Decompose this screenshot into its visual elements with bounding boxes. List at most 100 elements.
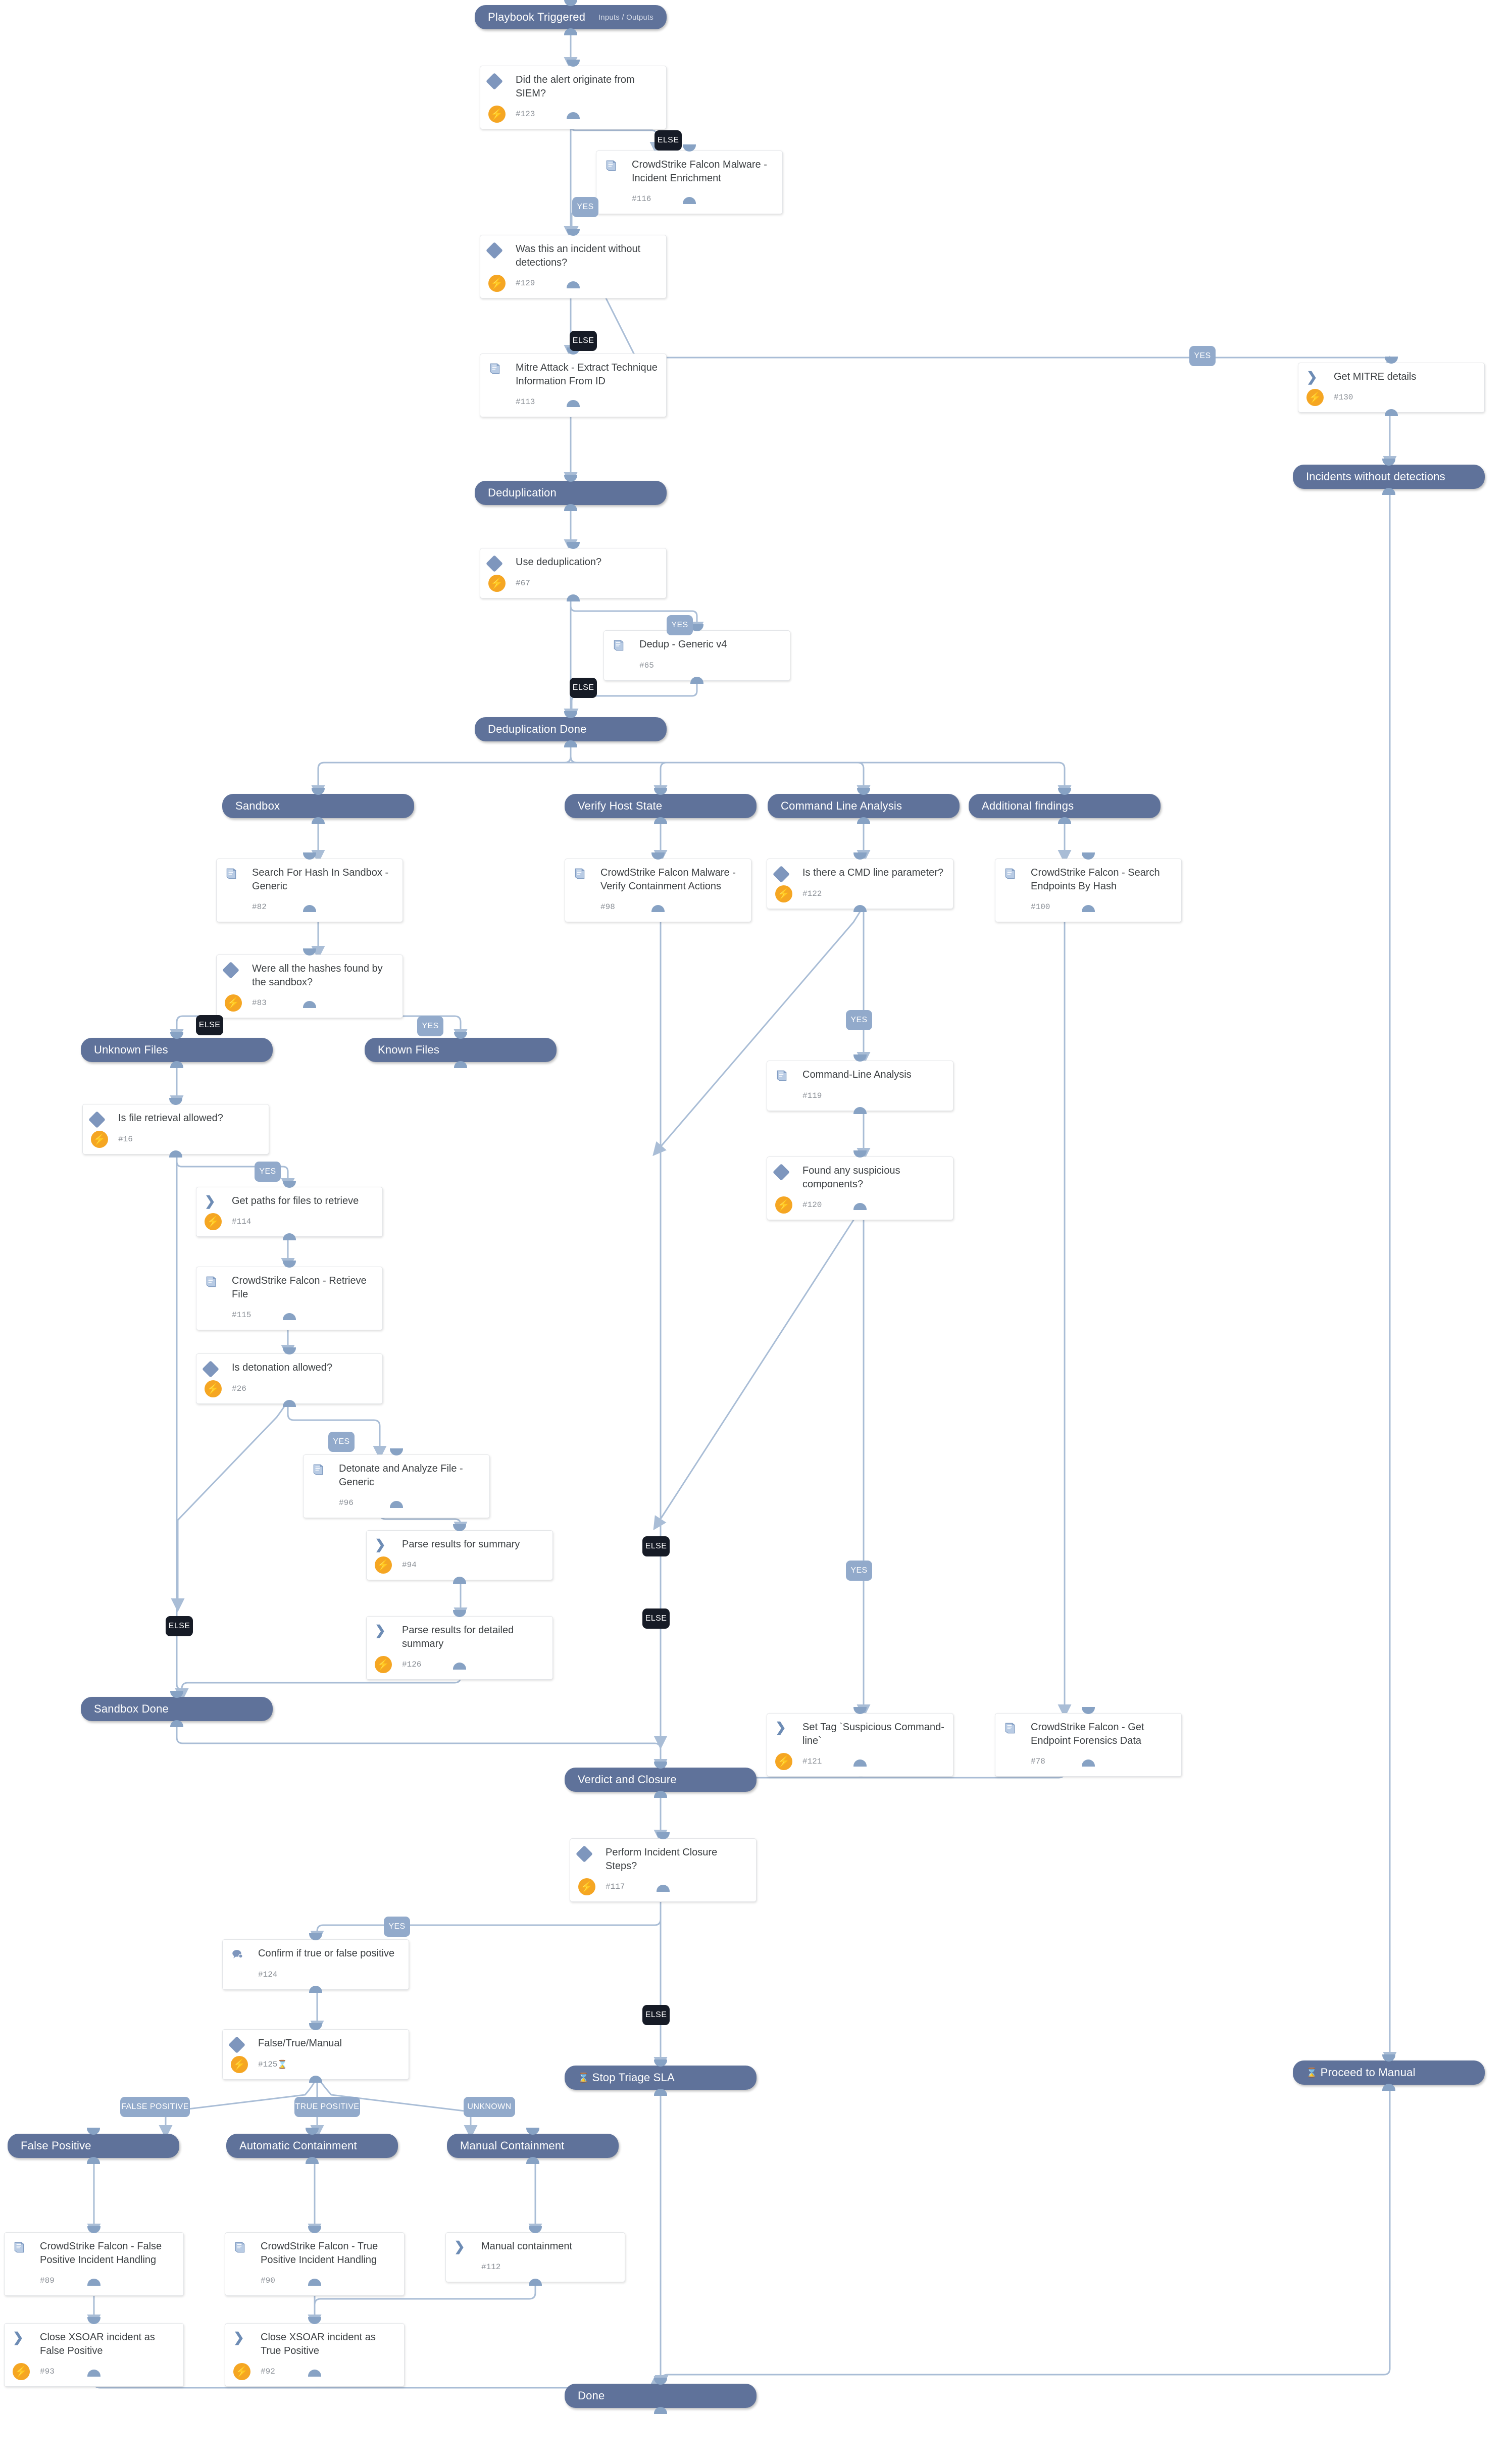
branch-label-else[interactable]: ELSE — [570, 331, 597, 351]
automation-bolt-icon: ⚡ — [225, 994, 242, 1012]
branch-label-yes[interactable]: YES — [1189, 346, 1216, 366]
task-label: Search For Hash In Sandbox - Generic — [252, 867, 389, 892]
section-pill-start[interactable]: Playbook Triggered Inputs / Outputs — [475, 5, 667, 29]
section-pill-sandbox_done[interactable]: Sandbox Done — [81, 1697, 273, 1721]
section-pill-proceed_manual[interactable]: ⌛ Proceed to Manual — [1293, 2060, 1485, 2085]
task-card-t130[interactable]: ❯ Get MITRE details ⚡ #130 — [1298, 363, 1485, 413]
task-card-t100[interactable]: CrowdStrike Falcon - Search Endpoints By… — [995, 859, 1182, 922]
task-card-t93[interactable]: ❯ Close XSOAR incident as False Positive ⚡… — [4, 2323, 184, 2387]
section-pill-dedup[interactable]: Deduplication — [475, 481, 667, 505]
branch-label-yes[interactable]: YES — [667, 615, 693, 635]
task-icon — [488, 361, 516, 375]
task-card-t113[interactable]: Mitre Attack - Extract Technique Informa… — [480, 354, 667, 417]
task-card-t126[interactable]: ❯ Parse results for detailed summary ⚡ #126 — [366, 1616, 553, 1680]
branch-label-text: ELSE — [657, 136, 679, 144]
automation-bolt-icon: ⚡ — [205, 1213, 222, 1230]
section-pill-sandbox[interactable]: Sandbox — [222, 794, 414, 818]
task-card-t119[interactable]: Command-Line Analysis⚡#119 — [767, 1061, 953, 1111]
branch-label-unknown[interactable]: UNKNOWN — [464, 2097, 515, 2117]
branch-label-else[interactable]: ELSE — [655, 130, 682, 150]
section-pill-auto_containment[interactable]: Automatic Containment — [226, 2134, 398, 2158]
task-card-t26[interactable]: Is detonation allowed? ⚡ #26 — [196, 1353, 383, 1404]
task-card-t124[interactable]: Confirm if true or false positive⚡#124 — [222, 1939, 409, 1990]
section-pill-known_files[interactable]: Known Files — [365, 1038, 557, 1062]
task-card-t65[interactable]: Dedup - Generic v4⚡#65 — [603, 630, 790, 681]
task-icon: ❯ — [233, 2331, 261, 2344]
task-icon — [573, 866, 600, 880]
task-label: CrowdStrike Falcon - Retrieve File — [232, 1275, 367, 1300]
branch-label-else[interactable]: ELSE — [642, 2005, 670, 2025]
task-card-t89[interactable]: CrowdStrike Falcon - False Positive Inci… — [4, 2232, 184, 2296]
task-id: #130 — [1334, 393, 1353, 402]
branch-label-text: YES — [259, 1167, 276, 1176]
automation-bolt-icon: ⚡ — [1306, 389, 1324, 406]
task-card-t67[interactable]: Use deduplication? ⚡ #67 — [480, 548, 667, 598]
task-card-t120[interactable]: Found any suspicious components? ⚡ #120 — [767, 1156, 953, 1220]
inputs-outputs-label[interactable]: Inputs / Outputs — [598, 13, 653, 22]
task-card-t94[interactable]: ❯ Parse results for summary ⚡ #94 — [366, 1530, 553, 1580]
task-label: Manual containment — [481, 2241, 573, 2252]
task-label: Confirm if true or false positive — [258, 1948, 395, 1959]
section-pill-verify_host[interactable]: Verify Host State — [565, 794, 757, 818]
task-id: #100 — [1031, 902, 1050, 912]
branch-label-yes[interactable]: YES — [255, 1162, 281, 1182]
task-card-t78[interactable]: CrowdStrike Falcon - Get Endpoint Forens… — [995, 1713, 1182, 1777]
section-pill-verdict[interactable]: Verdict and Closure — [565, 1768, 757, 1792]
task-id: #92 — [261, 2367, 275, 2376]
task-card-t98[interactable]: CrowdStrike Falcon Malware - Verify Cont… — [565, 859, 751, 922]
branch-label-else[interactable]: ELSE — [642, 1536, 670, 1556]
task-card-t83[interactable]: Were all the hashes found by the sandbox… — [216, 954, 403, 1018]
section-pill-false_positive[interactable]: False Positive — [8, 2134, 179, 2158]
task-card-t16[interactable]: Is file retrieval allowed? ⚡ #16 — [82, 1104, 269, 1154]
branch-label-false-positive[interactable]: FALSE POSITIVE — [120, 2097, 190, 2117]
branch-label-else[interactable]: ELSE — [570, 678, 597, 698]
section-pill-manual_containment[interactable]: Manual Containment — [447, 2134, 619, 2158]
task-card-t123[interactable]: Did the alert originate from SIEM? ⚡ #123 — [480, 66, 667, 129]
branch-label-yes[interactable]: YES — [384, 1917, 410, 1937]
section-pill-incidents_wo_det[interactable]: Incidents without detections — [1293, 465, 1485, 489]
task-card-t122[interactable]: Is there a CMD line parameter? ⚡ #122 — [767, 859, 953, 909]
task-card-t125[interactable]: False/True/Manual ⚡ #125 ⌛ — [222, 2029, 409, 2080]
branch-label-else[interactable]: ELSE — [642, 1608, 670, 1629]
task-card-t129[interactable]: Was this an incident without detections?… — [480, 235, 667, 298]
branch-label-text: ELSE — [198, 1021, 221, 1029]
task-card-t115[interactable]: CrowdStrike Falcon - Retrieve File⚡#115 — [196, 1267, 383, 1330]
task-card-t82[interactable]: Search For Hash In Sandbox - Generic⚡#82 — [216, 859, 403, 922]
section-pill-dedup_done[interactable]: Deduplication Done — [475, 717, 667, 741]
task-card-t121[interactable]: ❯ Set Tag `Suspicious Command-line` ⚡ #121 — [767, 1713, 953, 1777]
chevron-right-icon: ❯ — [454, 2239, 465, 2254]
branch-label-yes[interactable]: YES — [328, 1432, 355, 1452]
task-card-t114[interactable]: ❯ Get paths for files to retrieve ⚡ #114 — [196, 1187, 383, 1237]
task-icon — [775, 1068, 802, 1082]
branch-label-text: UNKNOWN — [467, 2102, 512, 2111]
section-pill-cmdline[interactable]: Command Line Analysis — [768, 794, 960, 818]
branch-label-true-positive[interactable]: TRUE POSITIVE — [294, 2097, 360, 2117]
task-card-t116[interactable]: CrowdStrike Falcon Malware - Incident En… — [596, 150, 783, 214]
branch-label-else[interactable]: ELSE — [196, 1015, 223, 1035]
branch-label-text: ELSE — [645, 2010, 667, 2019]
section-pill-label: Automatic Containment — [239, 2139, 357, 2152]
section-pill-done[interactable]: Done — [565, 2384, 757, 2408]
task-id: #115 — [232, 1311, 251, 1320]
branch-label-else[interactable]: ELSE — [166, 1616, 193, 1636]
task-card-t90[interactable]: CrowdStrike Falcon - True Positive Incid… — [225, 2232, 405, 2296]
task-card-t96[interactable]: Detonate and Analyze File - Generic⚡#96 — [303, 1454, 490, 1518]
branch-label-yes[interactable]: YES — [572, 197, 598, 217]
branch-label-text: YES — [388, 1922, 406, 1931]
section-pill-stop_sla[interactable]: ⌛ Stop Triage SLA — [565, 2066, 757, 2090]
section-pill-label: Deduplication Done — [488, 723, 587, 735]
task-card-t92[interactable]: ❯ Close XSOAR incident as True Positive ⚡ #… — [225, 2323, 405, 2387]
task-card-t117[interactable]: Perform Incident Closure Steps? ⚡ #117 — [570, 1838, 757, 1902]
section-pill-unknown_files[interactable]: Unknown Files — [81, 1038, 273, 1062]
branch-label-yes[interactable]: YES — [846, 1010, 872, 1030]
branch-label-yes[interactable]: YES — [846, 1561, 872, 1581]
task-card-t112[interactable]: ❯Manual containment⚡#112 — [445, 2232, 625, 2282]
branch-label-yes[interactable]: YES — [417, 1016, 443, 1036]
task-icon — [605, 158, 632, 172]
task-id: #82 — [252, 902, 267, 912]
playbook-book-icon — [612, 639, 625, 652]
task-icon — [1003, 866, 1031, 880]
task-id: #119 — [802, 1091, 822, 1100]
section-pill-label: Sandbox Done — [94, 1702, 169, 1715]
section-pill-additional[interactable]: Additional findings — [969, 794, 1161, 818]
